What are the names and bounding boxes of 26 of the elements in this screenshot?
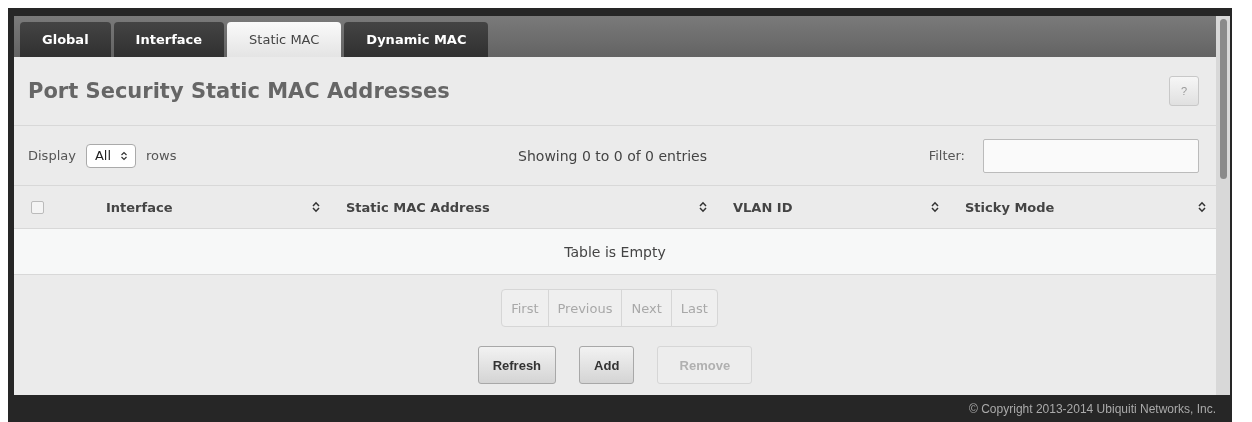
rows-select[interactable]: All: [85, 143, 137, 168]
page-title: Port Security Static MAC Addresses: [28, 79, 450, 103]
updown-icon: [121, 150, 128, 161]
sort-icon[interactable]: [699, 201, 707, 213]
display-label: Display: [28, 148, 76, 163]
tab[interactable]: Interface: [113, 22, 225, 57]
sort-icon[interactable]: [931, 201, 939, 213]
action-button[interactable]: Add: [579, 346, 635, 384]
tab[interactable]: Static MAC: [227, 22, 342, 57]
sort-icon[interactable]: [312, 201, 320, 213]
column-header[interactable]: VLAN ID: [733, 199, 793, 215]
rows-label: rows: [146, 148, 177, 163]
filter-field[interactable]: [983, 138, 1199, 173]
action-button[interactable]: Refresh: [477, 346, 557, 384]
copyright-text: © Copyright 2013-2014 Ubiquiti Networks, Inc.: [969, 401, 1216, 416]
scrollbar[interactable]: [1216, 16, 1230, 395]
sort-icon[interactable]: [1198, 201, 1206, 213]
entries-info: Showing 0 to 0 of 0 entries: [518, 147, 707, 164]
column-header[interactable]: Static MAC Address: [346, 199, 490, 215]
empty-message: Table is Empty: [564, 243, 666, 260]
filter-label: Filter:: [928, 148, 965, 163]
select-all-checkbox[interactable]: [31, 200, 44, 214]
column-header[interactable]: Sticky Mode: [965, 199, 1055, 215]
column-header[interactable]: Interface: [106, 199, 173, 215]
tab[interactable]: Dynamic MAC: [344, 22, 489, 57]
tab[interactable]: Global: [20, 22, 111, 57]
